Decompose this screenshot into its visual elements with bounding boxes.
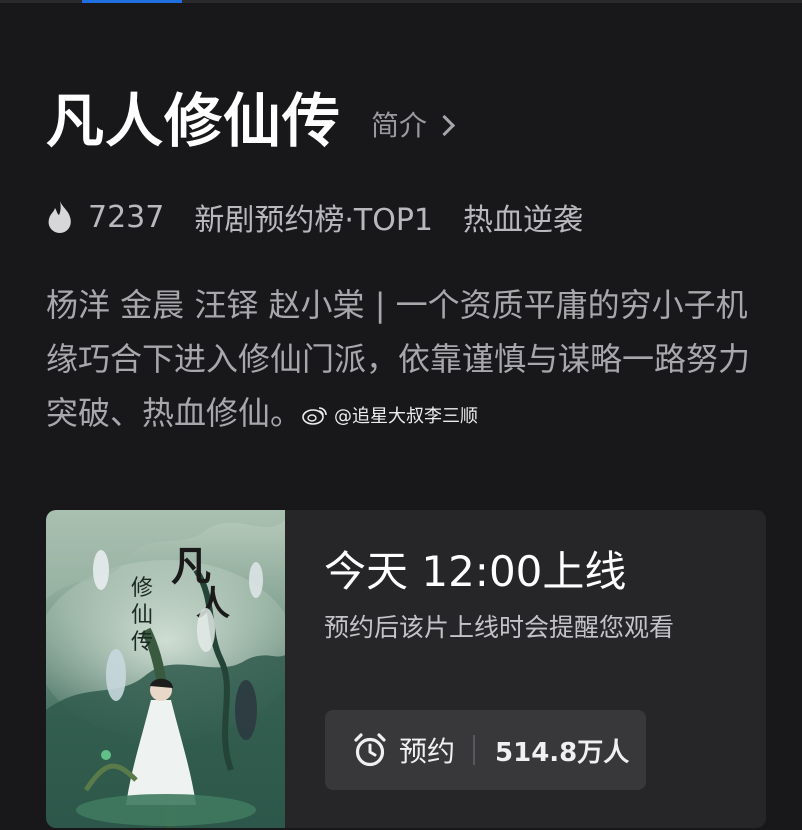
release-card: 凡 人 修 仙 传 今天 12:00上线 预约后该片上线时会提醒您观看 预约 5… (46, 510, 766, 828)
alarm-clock-icon (354, 733, 386, 767)
watermark: @追星大叔李三顺 (302, 402, 478, 428)
release-time: 今天 12:00上线 (324, 547, 627, 596)
intro-label: 简介 (371, 109, 428, 142)
svg-text:修: 修 (131, 576, 153, 601)
active-tab-indicator (82, 0, 182, 3)
poster-illustration: 凡 人 修 仙 传 (46, 510, 285, 828)
reserve-count: 514.8万人 (495, 737, 630, 768)
page: 凡人修仙传 简介 7237 新剧预约榜·TOP1 热血逆袭 杨洋 金晨 汪铎 赵… (0, 0, 802, 830)
reserve-label: 预约 (399, 735, 456, 768)
heat-value: 7237 (88, 199, 165, 235)
weibo-icon (302, 407, 327, 425)
reserve-divider (473, 735, 476, 765)
ranking-tag[interactable]: 新剧预约榜·TOP1 (194, 195, 433, 239)
meta-row: 7237 新剧预约榜·TOP1 热血逆袭 (46, 196, 583, 238)
release-tip: 预约后该片上线时会提醒您观看 (324, 613, 675, 642)
fire-icon (48, 201, 71, 233)
reserve-button[interactable]: 预约 514.8万人 (325, 710, 646, 790)
svg-text:传: 传 (131, 630, 153, 655)
genre-tag: 热血逆袭 (463, 203, 584, 238)
svg-text:仙: 仙 (131, 603, 153, 628)
poster-image[interactable]: 凡 人 修 仙 传 (46, 510, 285, 828)
svg-text:凡: 凡 (171, 543, 211, 590)
watermark-text: @追星大叔李三顺 (334, 406, 478, 427)
chevron-right-icon (433, 114, 456, 136)
show-title: 凡人修仙传 (46, 87, 342, 155)
title-row: 凡人修仙传 简介 (46, 86, 456, 156)
intro-link[interactable]: 简介 (371, 104, 456, 144)
